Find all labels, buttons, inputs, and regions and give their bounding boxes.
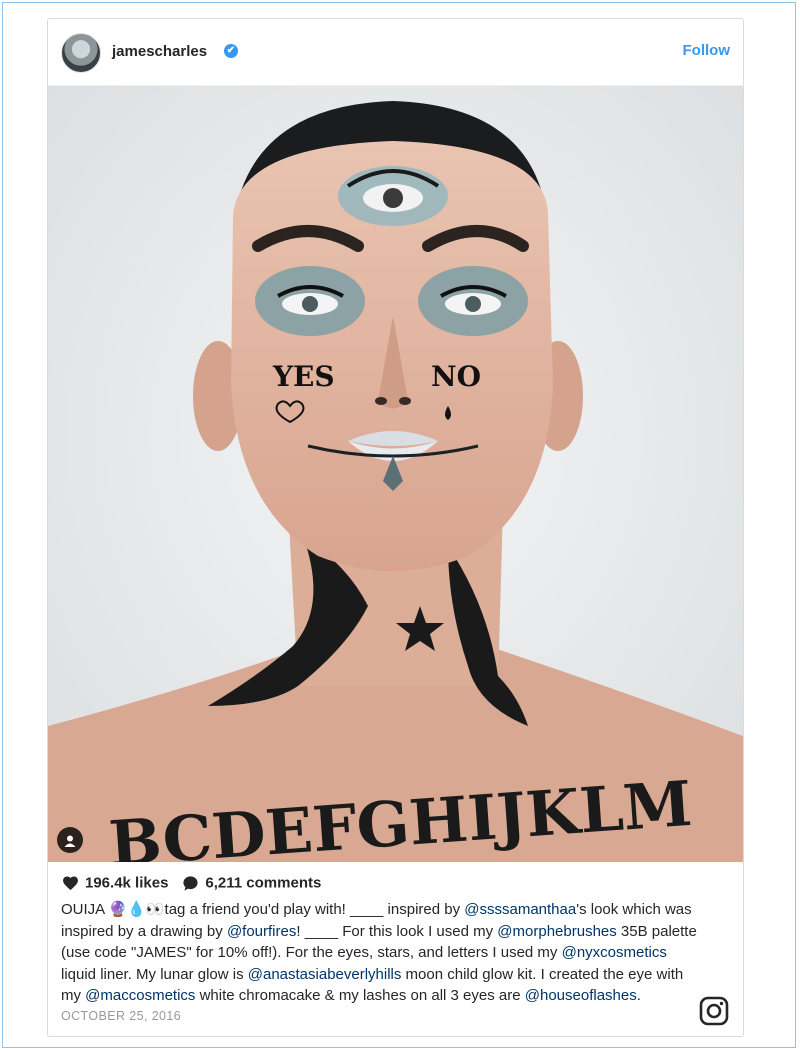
mention-link[interactable]: @anastasiabeverlyhills xyxy=(248,966,402,983)
mention-link[interactable]: @houseoflashes xyxy=(525,987,637,1004)
avatar[interactable] xyxy=(61,33,101,73)
caption-emoji: 🔮💧👀 xyxy=(108,901,165,918)
post-photo[interactable]: YES NO BCDEFGHIJKLM xyxy=(48,86,743,862)
post-date[interactable]: OCTOBER 25, 2016 xyxy=(61,1009,181,1023)
heart-icon[interactable] xyxy=(62,875,79,891)
comments-count[interactable]: 6,211 comments xyxy=(205,875,321,892)
caption-text: liquid liner. My lunar glow is xyxy=(61,965,248,983)
cheek-no-text: NO xyxy=(431,360,481,393)
instagram-post-card: jamescharles ✔ Follow YES NO BCDEFGHIJKL… xyxy=(47,18,744,1037)
likes-count[interactable]: 196.4k likes xyxy=(85,875,168,892)
mention-link[interactable]: @maccosmetics xyxy=(85,987,195,1004)
mention-link[interactable]: @fourfires xyxy=(227,923,296,940)
post-caption: OUIJA 🔮💧👀tag a friend you'd play with! _… xyxy=(61,899,701,1007)
post-header: jamescharles ✔ Follow xyxy=(48,19,743,86)
photo-illustration: YES NO BCDEFGHIJKLM xyxy=(48,86,743,862)
cheek-yes-text: YES xyxy=(272,360,335,393)
instagram-logo-icon[interactable] xyxy=(699,996,729,1026)
verified-icon: ✔ xyxy=(224,44,238,58)
caption-text: OUIJA xyxy=(61,901,109,918)
caption-text: white chromacake & my lashes on all 3 ey… xyxy=(195,987,525,1004)
mention-link[interactable]: @morphebrushes xyxy=(497,923,616,940)
mention-link[interactable]: @nyxcosmetics xyxy=(562,944,667,961)
post-stats: 196.4k likes 6,211 comments xyxy=(62,874,321,894)
caption-text: . xyxy=(636,987,641,1004)
mention-link[interactable]: @ssssamanthaa xyxy=(464,901,576,918)
comment-icon[interactable] xyxy=(182,875,199,892)
user-tag-icon[interactable] xyxy=(57,827,83,853)
caption-text: tag a friend you'd play with! ____ inspi… xyxy=(164,901,465,918)
username[interactable]: jamescharles xyxy=(112,43,207,60)
caption-text: ! ____ For this look I used my xyxy=(296,922,498,940)
follow-button[interactable]: Follow xyxy=(683,42,731,59)
